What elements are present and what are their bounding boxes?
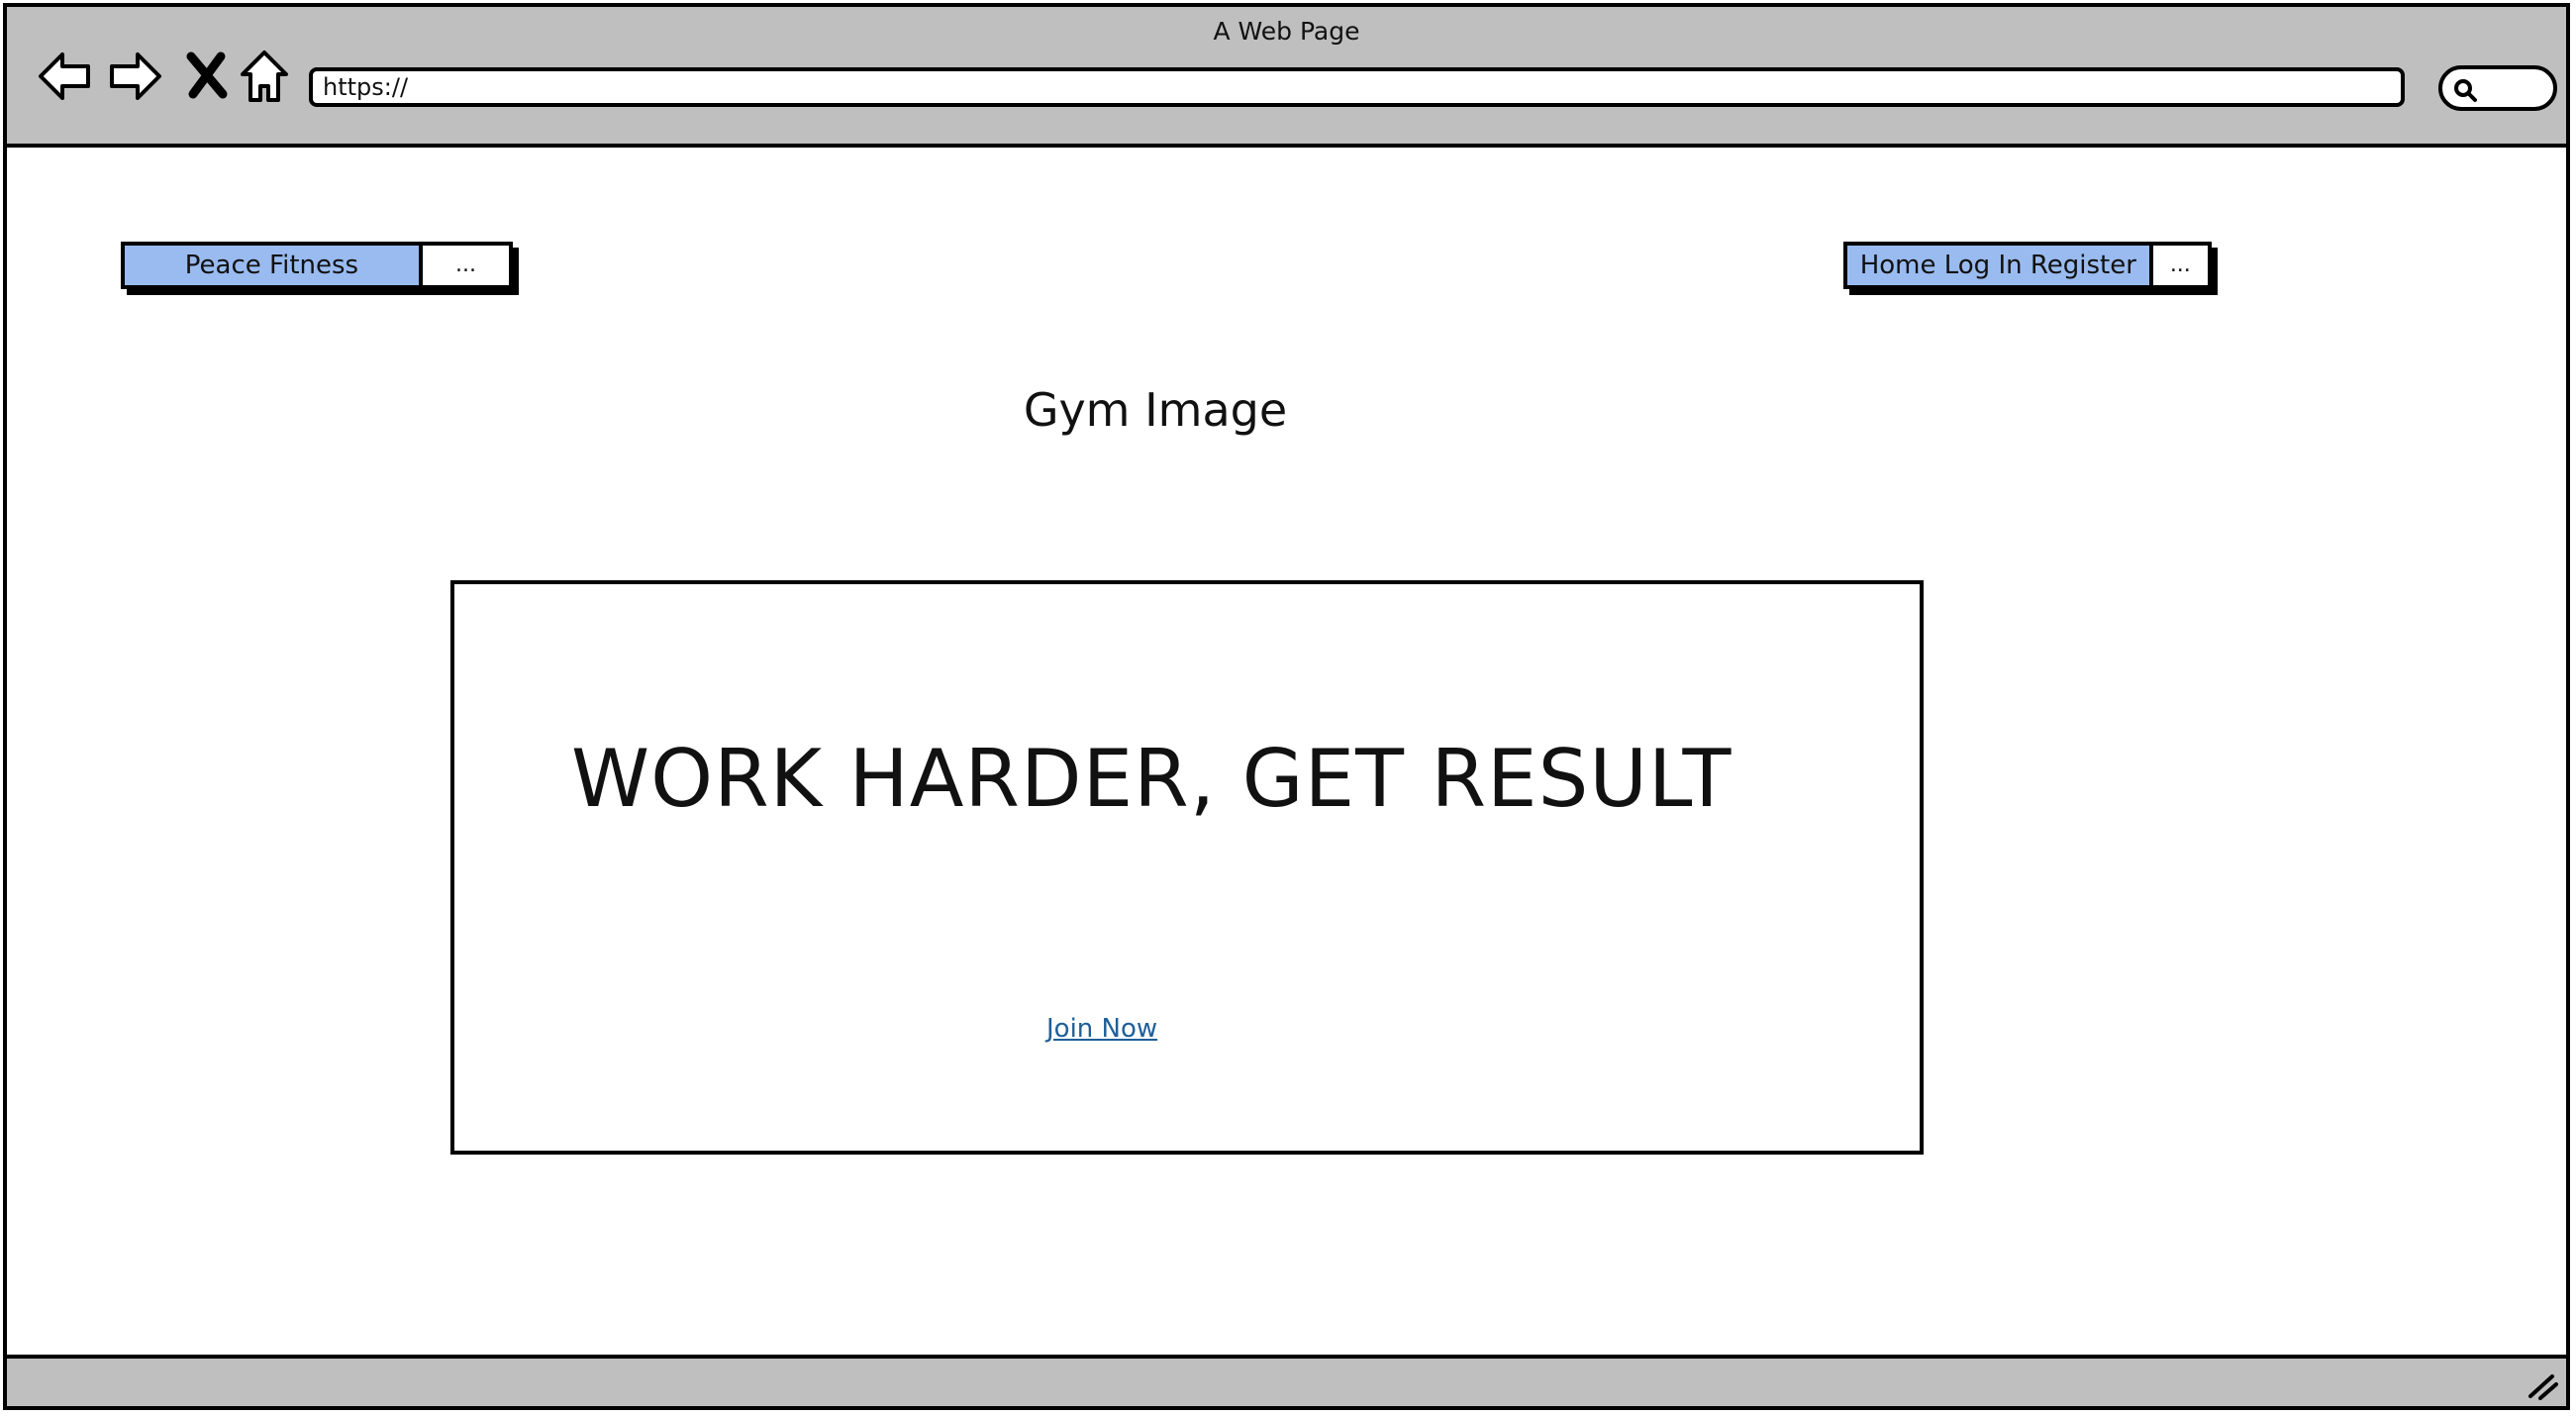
nav-button-group: Home Log In Register ... bbox=[1843, 242, 2212, 289]
join-now-link[interactable]: Join Now bbox=[1046, 1014, 1157, 1044]
browser-window: A Web Page https:// Peace Fitness ... Ho… bbox=[3, 3, 2570, 1410]
browser-search-button[interactable] bbox=[2438, 65, 2557, 111]
brand-button[interactable]: Peace Fitness bbox=[125, 246, 423, 285]
stop-icon[interactable] bbox=[177, 47, 237, 106]
gym-image-placeholder: Gym Image bbox=[1023, 383, 1288, 437]
browser-toolbar: A Web Page https:// bbox=[7, 7, 2566, 148]
back-arrow-icon[interactable] bbox=[35, 47, 94, 106]
url-input[interactable]: https:// bbox=[309, 67, 2405, 107]
forward-arrow-icon[interactable] bbox=[106, 47, 165, 106]
hero-section: WORK HARDER, GET RESULT Join Now bbox=[450, 580, 1924, 1155]
brand-button-group: Peace Fitness ... bbox=[121, 242, 513, 289]
brand-more-button[interactable]: ... bbox=[422, 246, 509, 285]
nav-links-button[interactable]: Home Log In Register bbox=[1847, 246, 2153, 285]
window-title: A Web Page bbox=[1213, 17, 1360, 46]
browser-status-bar bbox=[7, 1355, 2566, 1406]
resize-grip-icon[interactable] bbox=[2525, 1366, 2558, 1400]
nav-more-button[interactable]: ... bbox=[2152, 246, 2208, 285]
search-icon bbox=[2454, 79, 2477, 102]
home-icon[interactable] bbox=[235, 47, 294, 106]
hero-title: WORK HARDER, GET RESULT bbox=[571, 733, 1733, 825]
